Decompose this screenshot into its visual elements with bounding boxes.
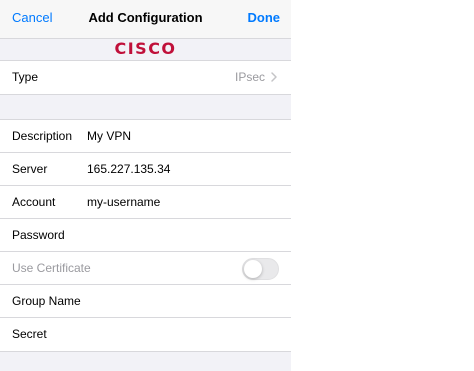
group-name-row[interactable]: Group Name [0,285,291,318]
type-label: Type [12,70,39,84]
use-certificate-toggle[interactable] [242,258,279,280]
cisco-logo: CISCO [114,39,177,58]
type-value: IPsec [234,70,265,84]
account-label: Account [12,195,56,209]
done-button[interactable]: Done [248,10,281,25]
navigation-bar: Cancel Add Configuration Done [0,0,291,39]
server-label: Server [12,162,48,176]
description-label: Description [12,129,73,143]
use-certificate-label: Use Certificate [12,261,91,275]
divider [0,351,291,352]
secret-row[interactable]: Secret [0,318,291,351]
vpn-config-panel: Cancel Add Configuration Done CISCO Type… [0,0,291,371]
description-row[interactable]: Description My VPN [0,120,291,153]
use-certificate-row: Use Certificate [0,252,291,285]
server-field[interactable]: 165.227.135.34 [87,162,170,176]
group-name-label: Group Name [12,294,81,308]
account-row[interactable]: Account my-username [0,186,291,219]
divider [0,94,291,95]
description-field[interactable]: My VPN [87,129,131,143]
password-label: Password [12,228,65,242]
secret-label: Secret [12,327,47,341]
chevron-right-icon [271,72,277,82]
toggle-knob [244,260,262,278]
type-row[interactable]: Type IPsec [0,61,291,94]
fields-group: Description My VPN Server 165.227.135.34… [0,120,291,351]
account-field[interactable]: my-username [87,195,160,209]
logo-header: CISCO [0,39,291,60]
type-group: Type IPsec [0,61,291,94]
server-row[interactable]: Server 165.227.135.34 [0,153,291,186]
password-row[interactable]: Password [0,219,291,252]
